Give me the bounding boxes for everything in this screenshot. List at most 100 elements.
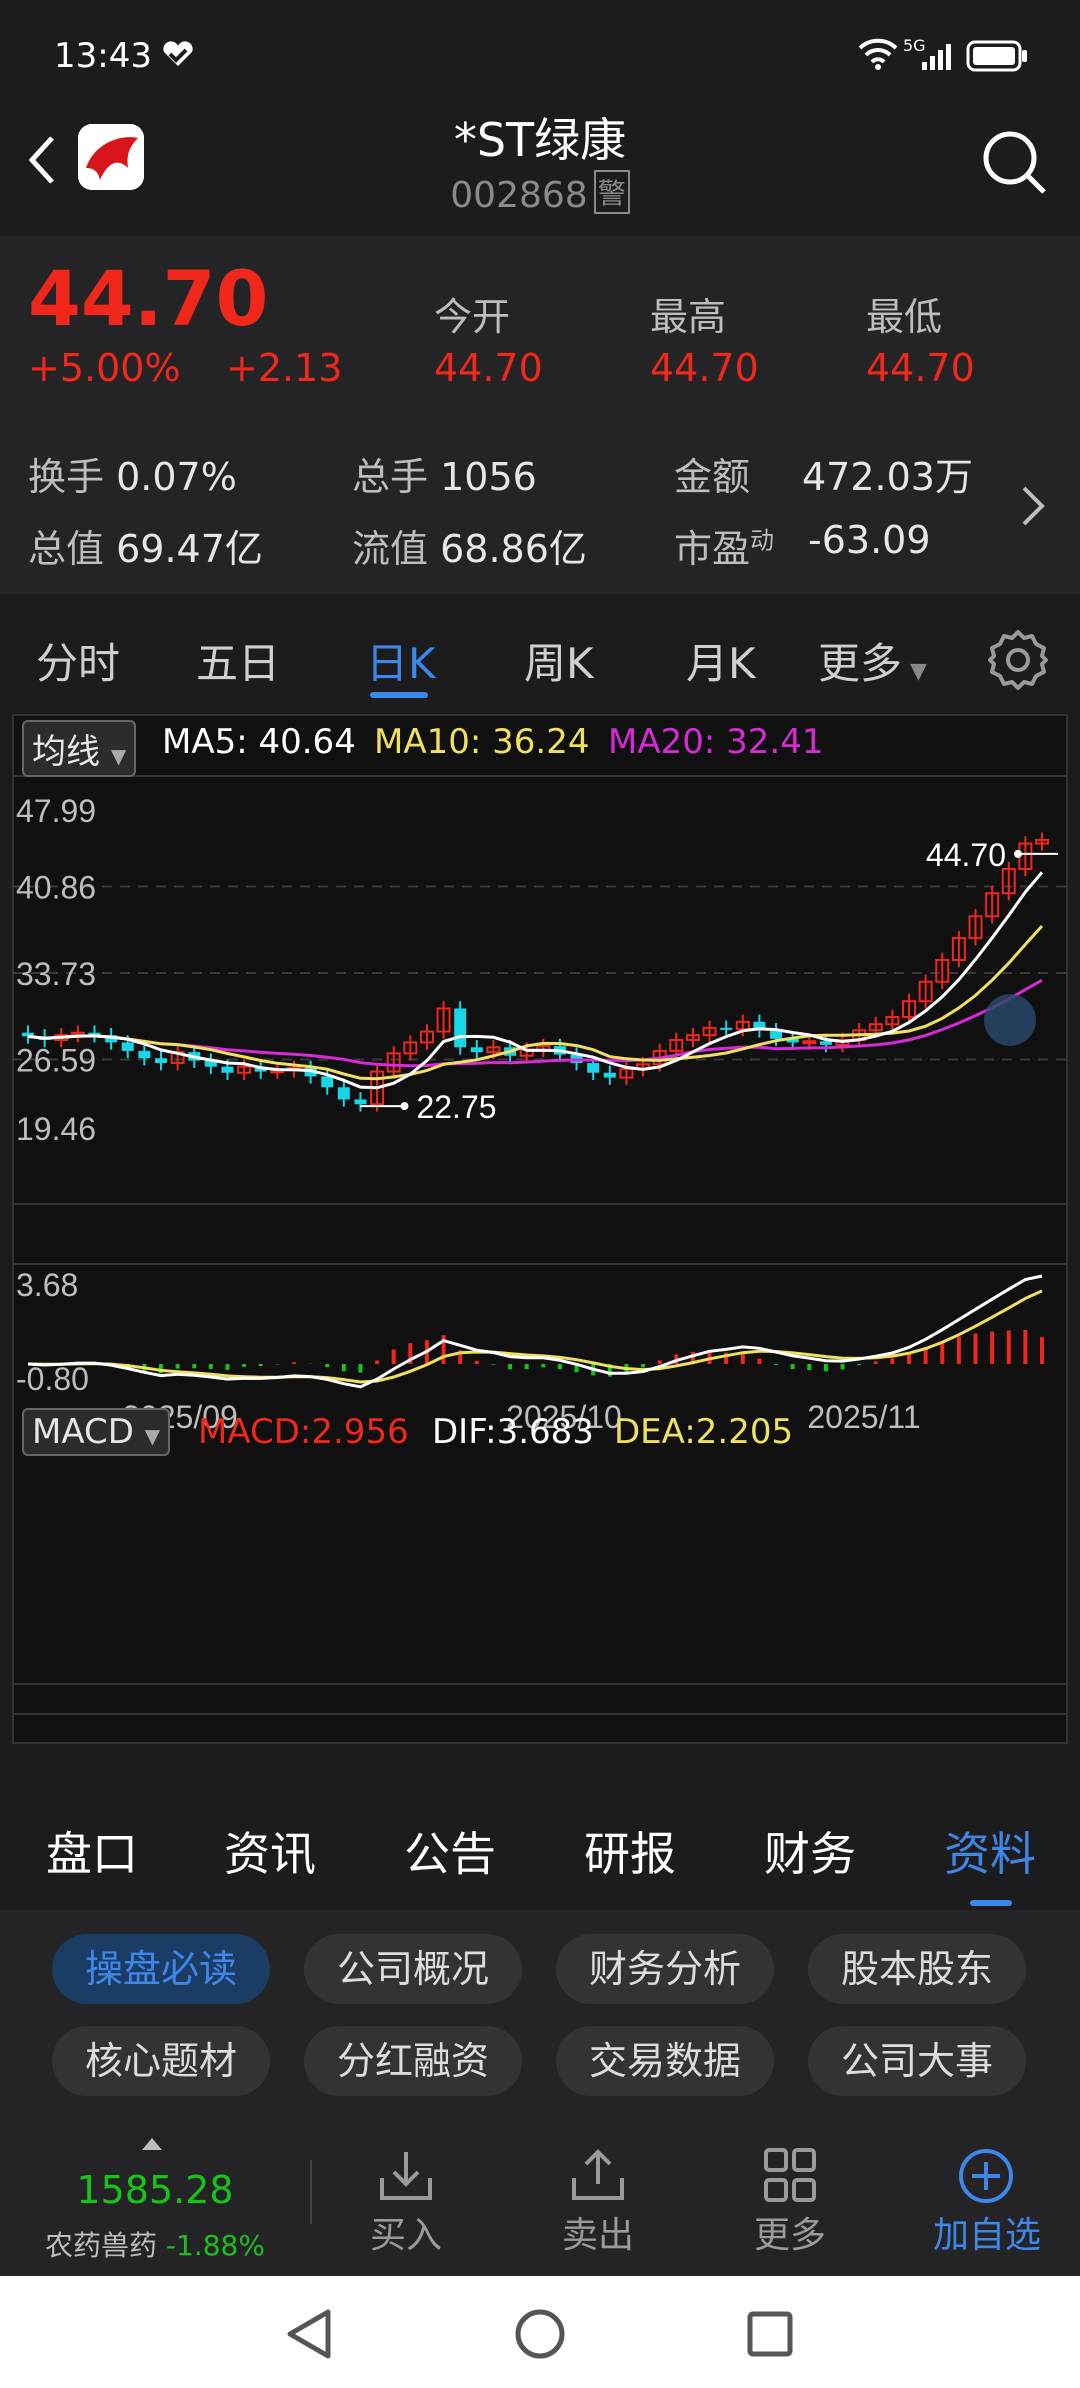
chip-company-events[interactable]: 公司大事 bbox=[808, 2026, 1026, 2096]
tab-research[interactable]: 研报 bbox=[584, 1818, 676, 1884]
nav-back-icon[interactable] bbox=[284, 2308, 334, 2360]
pe-label: 市盈 bbox=[674, 527, 751, 571]
tab-active-indicator bbox=[370, 692, 428, 698]
volume-label: 总手 bbox=[352, 455, 429, 499]
download-tray-icon bbox=[380, 2152, 432, 2200]
amount-label: 金额 bbox=[674, 455, 751, 499]
tab-finance[interactable]: 财务 bbox=[764, 1818, 856, 1884]
tab-more[interactable]: 更多 ▼ bbox=[818, 630, 927, 691]
quote-panel: 44.70 +5.00% +2.13 今开 44.70 最高 44.70 最低 … bbox=[0, 236, 1080, 594]
float-stat: 流值 68.86亿 bbox=[352, 518, 587, 573]
high-label: 最高 bbox=[650, 295, 727, 339]
change-percent: +5.00% bbox=[28, 346, 181, 390]
float-value: 68.86亿 bbox=[440, 527, 587, 571]
low-value: 44.70 bbox=[866, 346, 975, 390]
tab-profile[interactable]: 资料 bbox=[944, 1818, 1036, 1884]
chart-period-tabs: 分时 五日 日K 周K 月K 更多 ▼ bbox=[0, 594, 1080, 714]
tab-five-day[interactable]: 五日 bbox=[196, 630, 280, 691]
search-icon[interactable] bbox=[980, 128, 1050, 198]
candle-down bbox=[720, 1027, 733, 1030]
sector-change: -1.88% bbox=[165, 2229, 265, 2262]
more-button[interactable]: 更多 bbox=[720, 2120, 860, 2276]
status-bar: 13:43 5G bbox=[0, 0, 1080, 100]
sector-index[interactable]: 1585.28 农药兽药 -1.88% bbox=[0, 2120, 310, 2276]
tab-news[interactable]: 资讯 bbox=[224, 1818, 316, 1884]
dif-line bbox=[27, 1274, 1043, 1389]
info-tabs: 盘口 资讯 公告 研报 财务 资料 bbox=[0, 1780, 1080, 1910]
expand-icon bbox=[984, 994, 1036, 1046]
float-label: 流值 bbox=[352, 527, 429, 571]
chip-core-themes[interactable]: 核心题材 bbox=[52, 2026, 270, 2096]
caret-up-icon bbox=[142, 2138, 162, 2150]
chip-company-overview[interactable]: 公司概况 bbox=[304, 1934, 522, 2004]
sector-name: 农药兽药 bbox=[45, 2229, 158, 2262]
sector-index-row: 农药兽药 -1.88% bbox=[0, 2224, 310, 2264]
low-label: 最低 bbox=[866, 295, 943, 339]
tab-order-book[interactable]: 盘口 bbox=[46, 1818, 138, 1884]
sell-label: 卖出 bbox=[561, 2215, 634, 2256]
chip-financial-analysis[interactable]: 财务分析 bbox=[556, 1934, 774, 2004]
dif-legend: DIF:3.683 bbox=[432, 1412, 594, 1452]
add-watchlist-button[interactable]: 加自选 bbox=[912, 2120, 1062, 2276]
nav-recents-icon[interactable] bbox=[746, 2310, 794, 2358]
ma20-legend: MA20: 32.41 bbox=[608, 722, 824, 762]
plus-circle-icon bbox=[959, 2149, 1013, 2203]
grid-icon bbox=[764, 2148, 816, 2202]
stock-header: *ST绿康 002868 警 bbox=[0, 100, 1080, 235]
open-label: 今开 bbox=[434, 295, 511, 339]
min-marker-dot bbox=[400, 1102, 409, 1111]
chip-trading-data[interactable]: 交易数据 bbox=[556, 2026, 774, 2096]
macd-selector[interactable]: MACD ▼ bbox=[22, 1408, 171, 1456]
macd-tick-label: 3.68 bbox=[16, 1267, 78, 1303]
min-marker-label: 22.75 bbox=[416, 1089, 496, 1125]
ma-selector[interactable]: 均线 ▼ bbox=[22, 720, 137, 777]
profile-chips: 操盘必读 公司概况 财务分析 股本股东 核心题材 分红融资 交易数据 公司大事 bbox=[0, 1910, 1080, 2120]
sell-button[interactable]: 卖出 bbox=[528, 2120, 668, 2276]
signal-icon bbox=[922, 44, 951, 70]
tab-monthly-k[interactable]: 月K bbox=[686, 630, 756, 691]
stock-name: *ST绿康 bbox=[453, 113, 627, 167]
macd-tick-label: -0.80 bbox=[16, 1361, 89, 1397]
candle-down bbox=[819, 1041, 832, 1045]
chip-shareholders[interactable]: 股本股东 bbox=[808, 1934, 1026, 2004]
ma-selector-label: 均线 bbox=[32, 732, 100, 772]
max-marker-label: 44.70 bbox=[926, 837, 1006, 873]
candle-down bbox=[354, 1099, 367, 1105]
warning-badge: 警 bbox=[593, 170, 630, 214]
price-tick-label: 33.73 bbox=[16, 956, 96, 992]
buy-button[interactable]: 买入 bbox=[336, 2120, 476, 2276]
tab-daily-k[interactable]: 日K bbox=[366, 630, 436, 691]
caret-down-icon: ▼ bbox=[110, 744, 127, 768]
bottom-action-bar: 1585.28 农药兽药 -1.88% 买入 卖出 更多 加自选 bbox=[0, 2120, 1080, 2276]
volume-value: 1056 bbox=[440, 455, 537, 499]
candle-down bbox=[587, 1063, 600, 1073]
candle-down bbox=[221, 1066, 234, 1073]
settings-gear-icon[interactable] bbox=[986, 628, 1050, 692]
tab-more-label: 更多 bbox=[818, 639, 903, 688]
candle-down bbox=[337, 1087, 350, 1100]
tab-announcements[interactable]: 公告 bbox=[404, 1818, 496, 1884]
tab-intraday[interactable]: 分时 bbox=[36, 630, 120, 691]
buy-label: 买入 bbox=[369, 2215, 442, 2256]
high-value: 44.70 bbox=[650, 346, 759, 390]
chip-dividends[interactable]: 分红融资 bbox=[304, 2026, 522, 2096]
tab-weekly-k[interactable]: 周K bbox=[524, 630, 594, 691]
more-label: 更多 bbox=[753, 2215, 826, 2256]
ma10-line bbox=[27, 924, 1044, 1081]
chip-trading-guide[interactable]: 操盘必读 bbox=[52, 1934, 270, 2004]
kline-chart[interactable]: 47.99 40.86 33.73 26.59 19.46 44.70 22.75 3.68 -… bbox=[12, 714, 1068, 1744]
divider bbox=[310, 2160, 312, 2224]
macd-legend: MACD:2.956 bbox=[198, 1412, 409, 1452]
chevron-right-icon[interactable] bbox=[1016, 482, 1050, 530]
pe-value: -63.09 bbox=[808, 518, 931, 562]
info-tab-indicator bbox=[970, 1900, 1012, 1906]
wifi-icon bbox=[858, 38, 898, 70]
ma5-line bbox=[27, 871, 1044, 1090]
nav-home-icon[interactable] bbox=[514, 2308, 566, 2360]
ma10-legend: MA10: 36.24 bbox=[374, 722, 590, 762]
turnover-stat: 换手 0.07% bbox=[28, 446, 237, 501]
candle-down bbox=[603, 1072, 616, 1078]
price-tick-label: 26.59 bbox=[16, 1043, 96, 1079]
candle-down bbox=[121, 1042, 134, 1051]
candle-down bbox=[321, 1076, 334, 1088]
